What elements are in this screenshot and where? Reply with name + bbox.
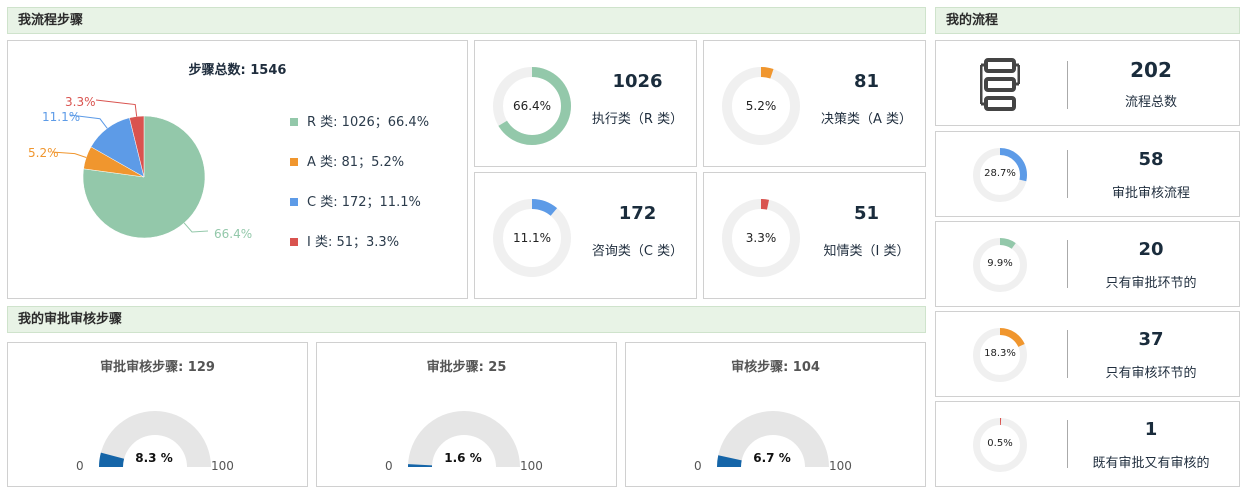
process-card-both: 0.5% 1 既有审批又有审核的: [935, 401, 1240, 487]
ring-percent: 28.7%: [984, 168, 1016, 179]
legend-label: A 类: 81；5.2%: [307, 155, 405, 170]
ring-percent: 3.3%: [745, 231, 777, 245]
ring-label: 咨询类（C 类）: [591, 244, 684, 259]
legend-swatch: [290, 157, 298, 166]
gauge-value: 6.7 %: [753, 451, 791, 465]
divider: [1067, 240, 1068, 288]
gauge-max: 100: [520, 459, 543, 473]
gauge-value: 8.3 %: [135, 451, 173, 465]
process-label: 既有审批又有审核的: [1092, 456, 1210, 471]
process-total-value: 202: [1130, 58, 1172, 82]
process-value: 37: [1138, 329, 1164, 350]
pie-callout-i: 3.3%: [65, 95, 96, 109]
process-value: 20: [1138, 239, 1164, 260]
process-card-approval-only: 9.9% 20 只有审批环节的: [935, 221, 1240, 307]
divider: [1067, 150, 1068, 198]
ring-percent: 9.9%: [987, 258, 1013, 269]
divider: [1067, 420, 1068, 468]
ring-label: 知情类（I 类）: [823, 244, 910, 259]
pie-callout-a: 5.2%: [28, 146, 59, 160]
process-card-review-only: 18.3% 37 只有审核环节的: [935, 311, 1240, 397]
ring-card-a: 5.2% 81 决策类（A 类）: [703, 40, 926, 167]
legend-swatch: [290, 117, 298, 126]
gauge-max: 100: [211, 459, 234, 473]
ring-percent: 18.3%: [984, 348, 1016, 359]
divider: [1067, 330, 1068, 378]
process-value: 58: [1138, 149, 1164, 170]
ring-label: 决策类（A 类）: [820, 112, 913, 127]
process-total-label: 流程总数: [1124, 95, 1177, 110]
legend-item-i: I 类: 51；3.3%: [290, 234, 399, 252]
legend-item-c: C 类: 172；11.1%: [290, 194, 421, 212]
ring-value: 81: [853, 71, 880, 92]
section-header-my-steps: 我流程步骤: [7, 7, 926, 34]
process-card-approval-review: 28.7% 58 审批审核流程: [935, 131, 1240, 217]
pie-leader-line: [183, 222, 209, 233]
gauge-card-review: 审核步骤: 104 6.7 % 0 100: [625, 342, 926, 487]
gauge-min: 0: [76, 459, 84, 473]
legend-item-a: A 类: 81；5.2%: [290, 154, 404, 172]
section-header-my-process: 我的流程: [935, 7, 1240, 34]
ring-card-c: 11.1% 172 咨询类（C 类）: [474, 172, 697, 299]
section-header-my-approval-steps: 我的审批审核步骤: [7, 306, 926, 333]
ring-percent: 5.2%: [745, 99, 777, 113]
process-label: 审批审核流程: [1111, 186, 1190, 201]
ring-card-r: 66.4% 1026 执行类（R 类）: [474, 40, 697, 167]
ring-percent: 11.1%: [512, 231, 552, 245]
legend-label: I 类: 51；3.3%: [307, 235, 400, 250]
pie-callout-c: 11.1%: [42, 110, 81, 124]
ring-value: 1026: [612, 71, 663, 92]
ring-label: 执行类（R 类）: [591, 112, 684, 127]
flowchart-icon: [980, 58, 1020, 111]
ring-value: 51: [853, 203, 880, 224]
gauge-value: 1.6 %: [444, 451, 482, 465]
ring-value: 172: [618, 203, 657, 224]
gauge-chart: [408, 411, 520, 467]
ring-percent: 0.5%: [987, 438, 1013, 449]
legend-label: R 类: 1026；66.4%: [307, 115, 430, 130]
pie-card: 步骤总数: 1546 3.3% 11.1% 5.2% 66.4% R 类: 10…: [7, 40, 468, 299]
gauge-card-approval: 审批步骤: 25 1.6 % 0 100: [316, 342, 617, 487]
ring-percent: 66.4%: [512, 99, 552, 113]
legend-swatch: [290, 197, 298, 206]
ring-card-i: 3.3% 51 知情类（I 类）: [703, 172, 926, 299]
legend-item-r: R 类: 1026；66.4%: [290, 114, 429, 132]
legend-label: C 类: 172；11.1%: [307, 195, 421, 210]
process-label: 只有审核环节的: [1105, 366, 1197, 381]
gauge-max: 100: [829, 459, 852, 473]
gauge-min: 0: [694, 459, 702, 473]
gauge-card-approval-review: 审批审核步骤: 129 8.3 % 0 100: [7, 342, 308, 487]
process-total-card: 202 流程总数: [935, 40, 1240, 126]
gauge-chart: [99, 411, 211, 467]
legend-swatch: [290, 237, 298, 246]
divider: [1067, 61, 1068, 109]
pie-leader-line: [95, 99, 138, 117]
process-label: 只有审批环节的: [1105, 276, 1197, 291]
gauge-chart: [717, 411, 829, 467]
pie-callout-r: 66.4%: [214, 227, 253, 241]
process-value: 1: [1144, 419, 1158, 440]
gauge-min: 0: [385, 459, 393, 473]
